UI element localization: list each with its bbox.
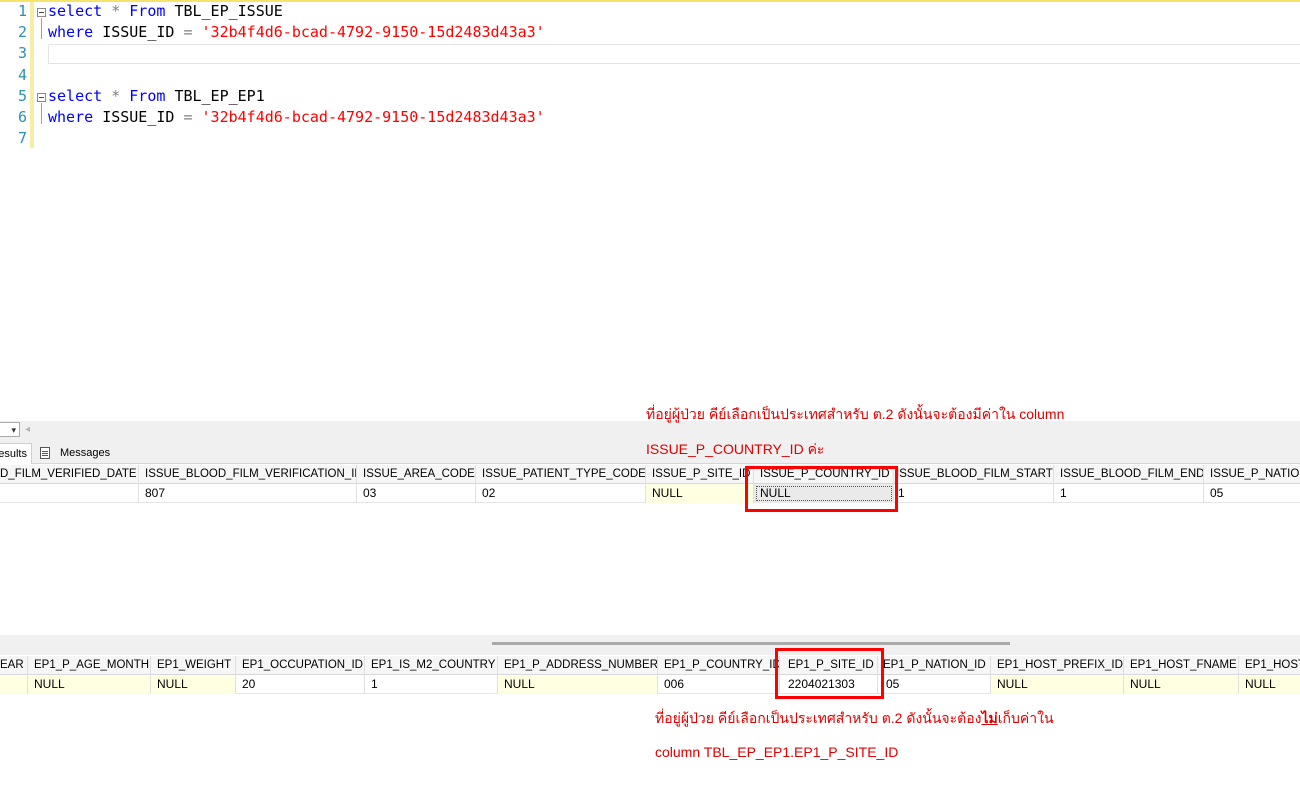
code-line[interactable]: where ISSUE_ID = '32b4f4d6-bcad-4792-915…: [48, 22, 545, 43]
keyword-from: From: [129, 2, 166, 20]
grid-cell-null[interactable]: NULL: [991, 675, 1124, 694]
operator-equals: =: [183, 23, 193, 41]
column-header[interactable]: EP1_P_AGE_MONTH: [28, 656, 151, 675]
grid-cell-null[interactable]: NULL: [151, 675, 236, 694]
annotation-note-2-line-2: column TBL_EP_EP1.EP1_P_SITE_ID: [655, 744, 899, 760]
column-header[interactable]: EP1_HOST: [1239, 656, 1300, 675]
grid-cell[interactable]: 03: [357, 484, 476, 503]
grid-cell-null[interactable]: NULL: [1239, 675, 1300, 694]
messages-icon: [40, 447, 50, 459]
keyword-select: select: [48, 2, 103, 20]
column-header[interactable]: EP1_WEIGHT: [151, 656, 236, 675]
results-grid-ep1[interactable]: EAR EP1_P_AGE_MONTH EP1_WEIGHT EP1_OCCUP…: [0, 656, 1300, 694]
line-number: 5: [17, 87, 27, 105]
grid-cell[interactable]: [0, 675, 28, 694]
grid-cell-null[interactable]: NULL: [28, 675, 151, 694]
scroll-left-arrow-icon[interactable]: ◂: [25, 421, 30, 438]
code-line[interactable]: where ISSUE_ID = '32b4f4d6-bcad-4792-915…: [48, 107, 545, 128]
grid-cell[interactable]: [0, 484, 139, 503]
collapse-toggle-icon[interactable]: [37, 8, 46, 17]
table-row[interactable]: 807 03 02 NULL NULL 1 1 05: [0, 484, 1300, 503]
annotation-note-1-line-1: ที่อยู่ผู้ป่วย คีย์เลือกเป็นประเทศสำหรับ…: [646, 406, 1065, 422]
line-number: 1: [17, 2, 27, 20]
column-header[interactable]: EP1_HOST_FNAME: [1124, 656, 1239, 675]
grid-scrollbar-thumb[interactable]: [492, 642, 1010, 645]
grid-cell[interactable]: 1: [894, 484, 1054, 503]
column-header[interactable]: ISSUE_BLOOD_FILM_VERIFICATION_ID: [139, 465, 357, 484]
column-header[interactable]: ISSUE_BLOOD_FILM_END: [1054, 465, 1204, 484]
change-tracking-bar: [30, 2, 34, 148]
fold-guide-line: [41, 18, 42, 39]
results-grid-issue[interactable]: D_FILM_VERIFIED_DATE ISSUE_BLOOD_FILM_VE…: [0, 465, 1300, 503]
annotation-note-1-line-2: ISSUE_P_COUNTRY_ID ค่ะ: [646, 441, 825, 457]
tab-messages-label: Messages: [60, 447, 111, 459]
current-line-highlight: [48, 44, 1300, 64]
grid-cell[interactable]: 807: [139, 484, 357, 503]
grid-cell[interactable]: 1: [1054, 484, 1204, 503]
keyword-from: From: [129, 87, 166, 105]
keyword-select: select: [48, 87, 103, 105]
line-number: 3: [17, 44, 27, 62]
string-literal: '32b4f4d6-bcad-4792-9150-15d2483d43a3': [201, 108, 545, 126]
grid-header-row: D_FILM_VERIFIED_DATE ISSUE_BLOOD_FILM_VE…: [0, 465, 1300, 484]
table-row[interactable]: NULL NULL 20 1 NULL 006 2204021303 05 NU…: [0, 675, 1300, 694]
column-header[interactable]: EP1_HOST_PREFIX_ID: [991, 656, 1124, 675]
column-header[interactable]: EP1_OCCUPATION_ID: [236, 656, 365, 675]
sql-editor[interactable]: 1 2 3 4 5 6 7 select * From TBL_EP_ISSUE…: [0, 0, 1300, 420]
grid-cell-null[interactable]: NULL: [498, 675, 658, 694]
grid-cell[interactable]: 20: [236, 675, 365, 694]
column-name: ISSUE_ID: [102, 108, 175, 126]
line-number: 2: [17, 23, 27, 41]
annotation-note-2-line-1: ที่อยู่ผู้ป่วย คีย์เลือกเป็นประเทศสำหรับ…: [655, 709, 1054, 727]
grid-cell[interactable]: 1: [365, 675, 498, 694]
column-header[interactable]: ISSUE_P_NATION: [1204, 465, 1300, 484]
code-line[interactable]: select * From TBL_EP_ISSUE: [48, 1, 283, 22]
annotation-text: เก็บค่าใน: [997, 710, 1054, 726]
grid-cell[interactable]: 05: [878, 675, 991, 694]
keyword-where: where: [48, 23, 94, 41]
chevron-down-icon: ▾: [11, 425, 16, 435]
line-number: 4: [17, 66, 27, 84]
line-number: 7: [17, 129, 27, 147]
tab-results[interactable]: esults: [0, 443, 32, 465]
grid-cell-null[interactable]: NULL: [1124, 675, 1239, 694]
grid-cell[interactable]: 02: [476, 484, 646, 503]
column-header[interactable]: EP1_P_ADDRESS_NUMBER: [498, 656, 658, 675]
line-number: 6: [17, 108, 27, 126]
keyword-where: where: [48, 108, 94, 126]
table-name: TBL_EP_ISSUE: [174, 2, 283, 20]
column-name: ISSUE_ID: [102, 23, 175, 41]
table-name: TBL_EP_EP1: [174, 87, 265, 105]
operator-star: *: [111, 2, 121, 20]
grid-cell-null[interactable]: NULL: [646, 484, 754, 503]
code-line[interactable]: select * From TBL_EP_EP1: [48, 86, 265, 107]
grid-cell[interactable]: 05: [1204, 484, 1300, 503]
column-header[interactable]: EP1_P_COUNTRY_ID: [658, 656, 780, 675]
annotation-text: ที่อยู่ผู้ป่วย คีย์เลือกเป็นประเทศสำหรับ…: [655, 710, 982, 726]
highlight-box-country-id: [745, 466, 898, 512]
operator-equals: =: [183, 108, 193, 126]
zoom-dropdown[interactable]: ▾: [0, 422, 20, 437]
fold-guide-line: [41, 103, 42, 124]
column-header[interactable]: EP1_IS_M2_COUNTRY: [365, 656, 498, 675]
column-header[interactable]: ISSUE_BLOOD_FILM_START: [894, 465, 1054, 484]
column-header[interactable]: EP1_P_NATION_ID: [878, 656, 991, 675]
highlight-box-site-id: [775, 648, 884, 699]
column-header[interactable]: D_FILM_VERIFIED_DATE: [0, 465, 139, 484]
column-header[interactable]: ISSUE_PATIENT_TYPE_CODE: [476, 465, 646, 484]
grid-header-row: EAR EP1_P_AGE_MONTH EP1_WEIGHT EP1_OCCUP…: [0, 656, 1300, 675]
string-literal: '32b4f4d6-bcad-4792-9150-15d2483d43a3': [201, 23, 545, 41]
collapse-toggle-icon[interactable]: [37, 93, 46, 102]
editor-horizontal-scrollbar[interactable]: [0, 421, 1300, 438]
operator-star: *: [111, 87, 121, 105]
annotation-emphasis: ไม่: [981, 710, 998, 726]
column-header[interactable]: EAR: [0, 656, 28, 675]
column-header[interactable]: ISSUE_P_SITE_ID: [646, 465, 754, 484]
grid-cell[interactable]: 006: [658, 675, 780, 694]
grid-splitter[interactable]: [0, 635, 1300, 655]
tab-results-label: esults: [0, 448, 27, 460]
tab-messages[interactable]: Messages: [38, 443, 114, 465]
column-header[interactable]: ISSUE_AREA_CODE: [357, 465, 476, 484]
